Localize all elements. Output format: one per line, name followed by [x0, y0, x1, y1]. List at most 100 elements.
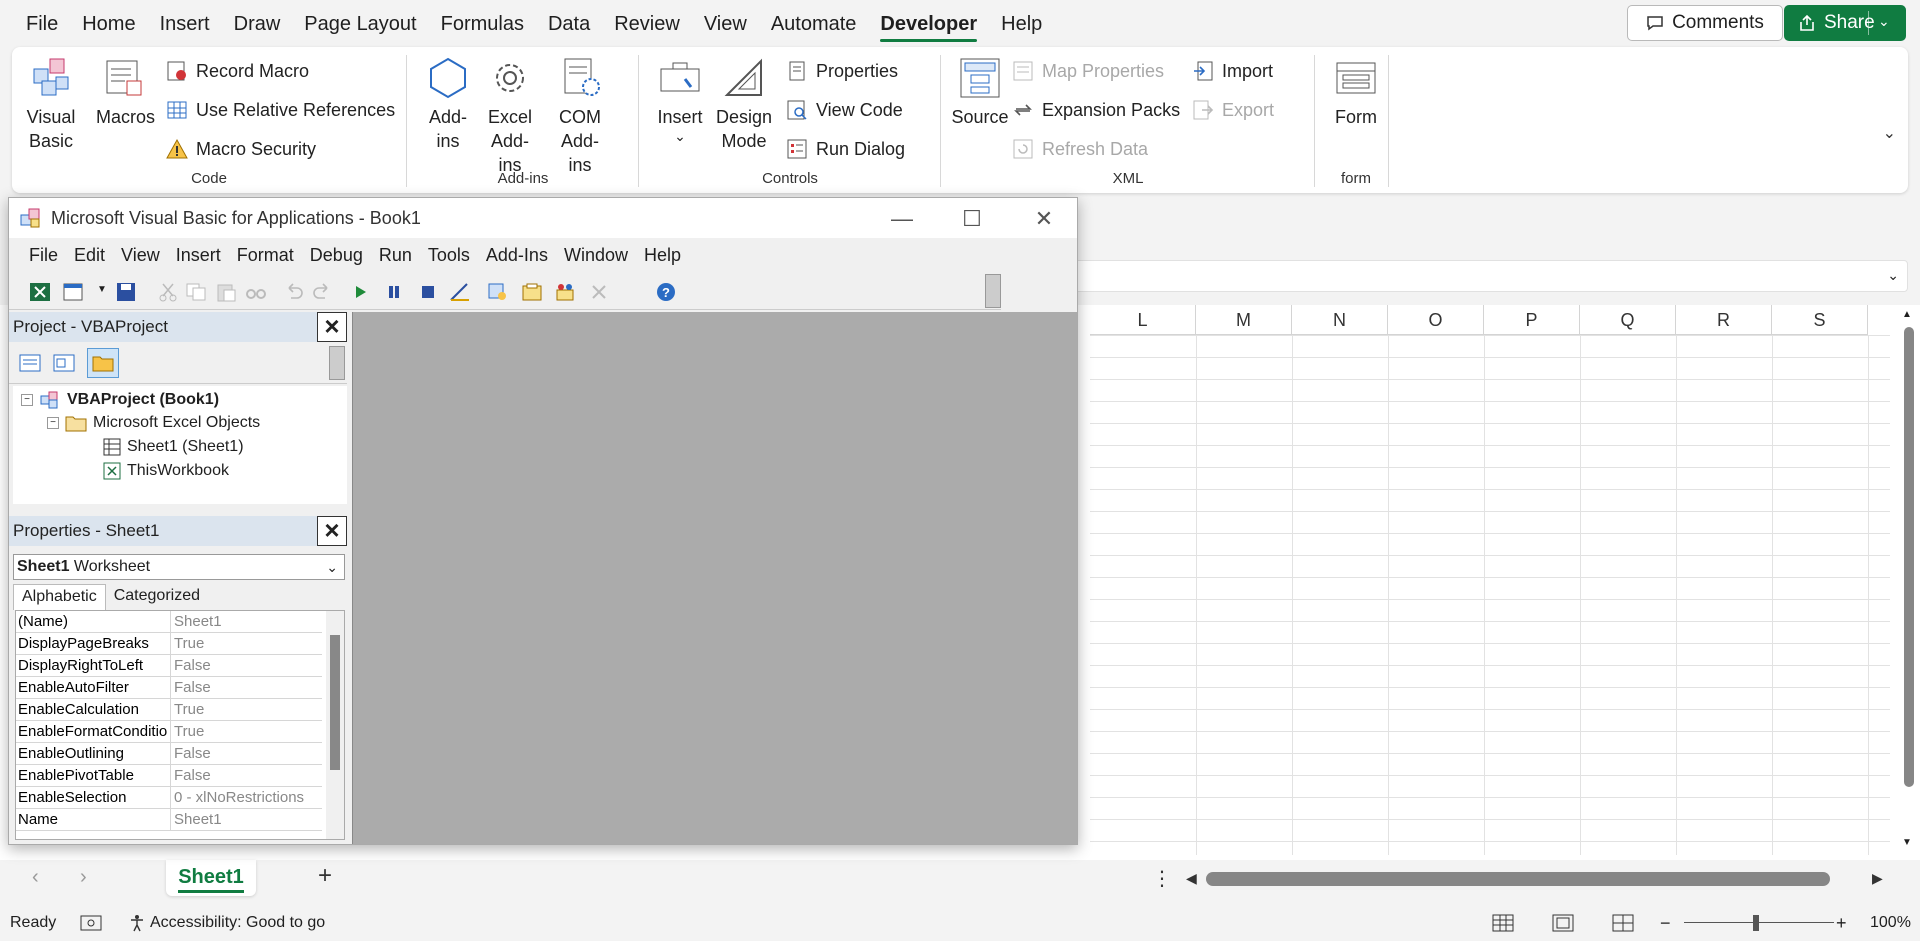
toolbar-options[interactable]	[985, 274, 1001, 308]
addins-button[interactable]: Add-ins	[424, 55, 472, 153]
page-break-view-icon[interactable]	[1612, 914, 1634, 932]
scroll-up-icon[interactable]: ▲	[1902, 309, 1912, 320]
object-selector[interactable]: Sheet1 Worksheet ⌄	[13, 554, 345, 580]
sheet-tab-sheet1[interactable]: Sheet1	[166, 860, 256, 896]
vba-menu-format[interactable]: Format	[229, 245, 302, 266]
excel-addins-button[interactable]: Excel Add-ins	[482, 55, 538, 177]
column-header-M[interactable]: M	[1196, 305, 1292, 335]
property-value[interactable]: True	[170, 633, 322, 655]
vertical-scroll-thumb[interactable]	[1904, 327, 1914, 787]
macros-button[interactable]: Macros	[96, 55, 155, 129]
vba-title-bar[interactable]: Microsoft Visual Basic for Applications …	[9, 198, 1077, 238]
view-code-icon[interactable]	[19, 354, 41, 372]
vba-menu-insert[interactable]: Insert	[168, 245, 229, 266]
vba-menu-edit[interactable]: Edit	[66, 245, 113, 266]
vba-menu-debug[interactable]: Debug	[302, 245, 371, 266]
chevron-down-icon[interactable]: ⌄	[1878, 13, 1890, 30]
properties-window-icon[interactable]	[521, 282, 543, 302]
property-row[interactable]: EnableAutoFilter False	[16, 677, 322, 699]
close-icon[interactable]: ✕	[1021, 206, 1067, 232]
vba-menu-view[interactable]: View	[113, 245, 168, 266]
vba-menu-file[interactable]: File	[21, 245, 66, 266]
property-row[interactable]: EnableFormatConditionsCalculationTrue	[16, 721, 322, 743]
stop-icon[interactable]	[417, 282, 439, 302]
property-row[interactable]: EnableCalculation True	[16, 699, 322, 721]
scroll-right-icon[interactable]: ▶	[1872, 870, 1883, 887]
vba-menu-run[interactable]: Run	[371, 245, 420, 266]
project-explorer-icon[interactable]	[487, 282, 509, 302]
previous-sheet-icon[interactable]: ‹	[32, 866, 39, 889]
properties-scroll-thumb[interactable]	[330, 635, 340, 770]
column-header-S[interactable]: S	[1772, 305, 1868, 335]
tab-draw[interactable]: Draw	[222, 0, 293, 48]
property-row[interactable]: (Name) Sheet1	[16, 611, 322, 633]
property-row[interactable]: Name Sheet1	[16, 809, 322, 831]
property-row[interactable]: EnableSelection 0 - xlNoRestrictions	[16, 787, 322, 809]
refresh-data-button[interactable]: Refresh Data	[1012, 135, 1148, 163]
save-icon[interactable]	[115, 282, 137, 302]
comments-button[interactable]: Comments	[1627, 5, 1783, 41]
property-value[interactable]: Sheet1	[170, 809, 322, 831]
pause-icon[interactable]	[383, 282, 405, 302]
tab-automate[interactable]: Automate	[759, 0, 869, 48]
tab-page-layout[interactable]: Page Layout	[292, 0, 428, 48]
zoom-out-icon[interactable]: −	[1660, 913, 1671, 934]
column-header-Q[interactable]: Q	[1580, 305, 1676, 335]
vba-menu-help[interactable]: Help	[636, 245, 689, 266]
property-value[interactable]: False	[170, 677, 322, 699]
tree-node-thisworkbook[interactable]: ThisWorkbook	[103, 462, 229, 480]
close-project-panel-icon[interactable]: ×	[317, 312, 347, 342]
tab-view[interactable]: View	[692, 0, 759, 48]
macro-recording-icon[interactable]	[80, 914, 102, 932]
code-area[interactable]	[352, 312, 1077, 844]
normal-view-icon[interactable]	[1492, 914, 1514, 932]
import-button[interactable]: Import	[1192, 57, 1273, 85]
tab-categorized[interactable]: Categorized	[106, 584, 208, 610]
collapse-ribbon-icon[interactable]: ⌄	[1883, 123, 1896, 143]
dropdown-arrow-icon[interactable]: ▼	[97, 284, 107, 295]
find-icon[interactable]	[245, 282, 267, 302]
property-value[interactable]: False	[170, 655, 322, 677]
expansion-packs-button[interactable]: Expansion Packs	[1012, 96, 1180, 124]
paste-icon[interactable]	[215, 282, 237, 302]
undo-icon[interactable]	[283, 282, 305, 302]
tab-home[interactable]: Home	[70, 0, 147, 48]
property-value[interactable]: False	[170, 765, 322, 787]
design-mode-button[interactable]: Design Mode	[716, 55, 772, 153]
run-dialog-button[interactable]: Run Dialog	[786, 135, 905, 163]
tab-formulas[interactable]: Formulas	[429, 0, 536, 48]
tab-data[interactable]: Data	[536, 0, 602, 48]
relative-references-button[interactable]: Use Relative References	[166, 96, 395, 124]
view-excel-icon[interactable]	[29, 282, 51, 302]
zoom-in-icon[interactable]: +	[1836, 913, 1847, 934]
property-value[interactable]: True	[170, 721, 322, 743]
macro-security-button[interactable]: Macro Security	[166, 135, 316, 163]
property-value[interactable]: Sheet1	[170, 611, 322, 633]
record-macro-button[interactable]: Record Macro	[166, 57, 309, 85]
tab-insert[interactable]: Insert	[148, 0, 222, 48]
property-value[interactable]: False	[170, 743, 322, 765]
copy-icon[interactable]	[185, 282, 207, 302]
com-addins-button[interactable]: COM Add-ins	[548, 55, 612, 177]
design-mode-icon[interactable]	[449, 282, 471, 302]
property-value[interactable]: True	[170, 699, 322, 721]
tab-help[interactable]: Help	[989, 0, 1054, 48]
zoom-slider[interactable]	[1684, 922, 1834, 923]
help-icon[interactable]: ?	[655, 282, 677, 302]
column-header-O[interactable]: O	[1388, 305, 1484, 335]
vertical-scrollbar[interactable]: ▲ ▼	[1896, 305, 1920, 860]
close-properties-panel-icon[interactable]: ×	[317, 516, 347, 546]
collapse-icon[interactable]: −	[21, 394, 33, 406]
maximize-icon[interactable]: ☐	[949, 206, 995, 232]
property-row[interactable]: EnableOutlining False	[16, 743, 322, 765]
horizontal-scroll-thumb[interactable]	[1206, 872, 1830, 886]
column-header-N[interactable]: N	[1292, 305, 1388, 335]
run-icon[interactable]	[349, 282, 371, 302]
property-row[interactable]: EnablePivotTable False	[16, 765, 322, 787]
vba-menu-window[interactable]: Window	[556, 245, 636, 266]
project-toolbar-options[interactable]	[329, 346, 345, 380]
tree-node-excel-objects[interactable]: − Microsoft Excel Objects	[47, 414, 260, 432]
view-code-button[interactable]: View Code	[786, 96, 903, 124]
source-button[interactable]: Source	[950, 55, 1010, 129]
insert-control-button[interactable]: Insert ⌄	[656, 55, 704, 143]
